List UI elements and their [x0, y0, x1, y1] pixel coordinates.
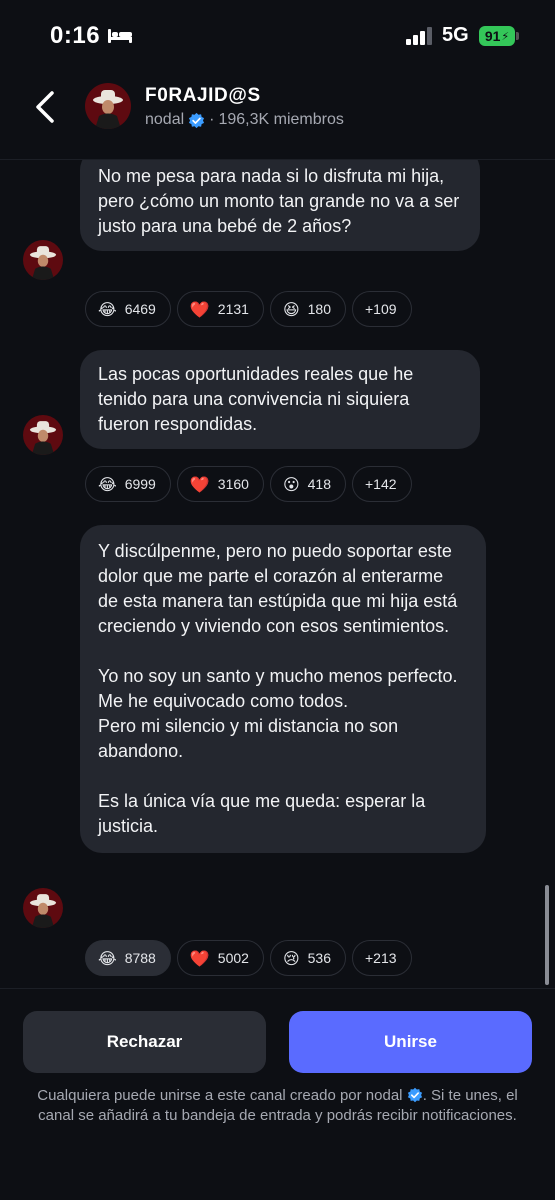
join-notice-period: . — [422, 1087, 427, 1104]
chevron-left-icon — [36, 91, 54, 123]
message-bubble[interactable]: No me pesa para nada si lo disfruta mi h… — [80, 160, 480, 251]
reaction-more-chip[interactable]: +109 — [351, 291, 412, 327]
laughing-emoji-icon: 😂 — [98, 948, 117, 968]
battery-icon: 91 ⚡ — [479, 26, 515, 46]
reaction-count: 2131 — [217, 301, 249, 317]
reaction-count: 6469 — [124, 301, 156, 317]
laughing-emoji-icon: 😂 — [98, 299, 117, 319]
reaction-row: 😂 8788 ❤️ 5002 😢 536 +213 — [85, 940, 412, 976]
reaction-chip-selected[interactable]: 😂 8788 — [85, 940, 171, 976]
join-footer: Rechazar Unirse Cualquiera puede unirse … — [0, 988, 555, 1200]
reaction-count: 418 — [307, 476, 331, 492]
channel-header: F0RAJID@S nodal · 196,3K miembros — [0, 75, 555, 160]
separator-dot: · — [209, 111, 215, 128]
message-text: No me pesa para nada si lo disfruta mi h… — [98, 166, 460, 236]
reaction-row: 😂 6999 ❤️ 3160 😮 418 +142 — [85, 466, 412, 502]
battery-level: 91 — [484, 28, 501, 44]
reaction-chip[interactable]: 😂 6999 — [85, 466, 171, 502]
laughing-emoji-icon: 😂 — [98, 474, 117, 494]
message-text: Es la única vía que me queda: esperar la… — [98, 791, 426, 836]
reaction-row: 😂 6469 ❤️ 2131 😆 180 +109 — [85, 291, 412, 327]
cowboy-portrait-icon — [23, 888, 63, 928]
member-count: 196,3K miembros — [218, 111, 344, 128]
reaction-chip[interactable]: 😢 536 — [269, 940, 346, 976]
join-notice-text: Cualquiera puede unirse a este canal cre… — [37, 1087, 403, 1104]
sender-avatar[interactable] — [23, 415, 63, 455]
channel-avatar[interactable] — [85, 83, 131, 129]
message-text: Las pocas oportunidades reales que he te… — [98, 364, 414, 434]
reaction-count: 536 — [307, 950, 331, 966]
message-text: Yo no soy un santo y mucho menos perfect… — [98, 666, 458, 686]
message-text: Y discúlpenme, pero no puedo soportar es… — [98, 541, 458, 636]
heart-emoji-icon: ❤️ — [189, 948, 210, 968]
heart-emoji-icon: ❤️ — [189, 474, 210, 494]
channel-owner: nodal — [145, 111, 185, 128]
status-bar: 0:16 5G 91 ⚡ — [0, 0, 555, 75]
reaction-chip[interactable]: ❤️ 2131 — [176, 291, 264, 327]
reaction-more-chip[interactable]: +213 — [351, 940, 412, 976]
reaction-chip[interactable]: 😆 180 — [269, 291, 346, 327]
status-time: 0:16 — [50, 22, 101, 49]
bed-icon — [108, 29, 132, 43]
verified-badge-icon — [189, 112, 205, 128]
channel-name: F0RAJID@S — [145, 85, 261, 106]
reaction-chip[interactable]: ❤️ 3160 — [176, 466, 264, 502]
crying-emoji-icon: 😢 — [282, 948, 300, 968]
grinning-squint-emoji-icon: 😆 — [282, 299, 300, 319]
sender-avatar[interactable] — [23, 240, 63, 280]
reaction-chip[interactable]: ❤️ 5002 — [176, 940, 264, 976]
heart-emoji-icon: ❤️ — [189, 299, 210, 319]
join-button[interactable]: Unirse — [289, 1011, 532, 1073]
reaction-more-chip[interactable]: +142 — [351, 466, 412, 502]
back-button[interactable] — [28, 87, 62, 127]
reaction-count: 5002 — [217, 950, 249, 966]
reaction-count: 3160 — [217, 476, 249, 492]
message-text: Me he equivocado como todos. — [98, 691, 349, 711]
channel-subtitle: nodal · 196,3K miembros — [145, 111, 344, 129]
message-list[interactable]: No me pesa para nada si lo disfruta mi h… — [0, 160, 555, 988]
reaction-count: 6999 — [124, 476, 156, 492]
network-type: 5G — [442, 24, 469, 46]
join-notice: Cualquiera puede unirse a este canal cre… — [20, 1086, 535, 1126]
reaction-more-count: +213 — [364, 950, 397, 966]
reaction-more-count: +142 — [364, 476, 397, 492]
reaction-more-count: +109 — [364, 301, 397, 317]
message-text: Pero mi silencio y mi distancia no son a… — [98, 716, 399, 761]
cowboy-portrait-icon — [85, 83, 131, 129]
reaction-count: 8788 — [124, 950, 156, 966]
signal-icon — [406, 27, 432, 45]
reaction-chip[interactable]: 😂 6469 — [85, 291, 171, 327]
sender-avatar[interactable] — [23, 888, 63, 928]
cowboy-portrait-icon — [23, 415, 63, 455]
reaction-chip[interactable]: 😮 418 — [269, 466, 346, 502]
verified-badge-icon — [407, 1087, 422, 1103]
reject-button[interactable]: Rechazar — [23, 1011, 266, 1073]
reaction-count: 180 — [307, 301, 331, 317]
scrollbar[interactable] — [545, 885, 549, 985]
message-bubble[interactable]: Las pocas oportunidades reales que he te… — [80, 350, 480, 449]
battery-tip — [516, 32, 519, 40]
surprised-emoji-icon: 😮 — [282, 474, 300, 494]
cowboy-portrait-icon — [23, 240, 63, 280]
message-bubble[interactable]: Y discúlpenme, pero no puedo soportar es… — [80, 525, 486, 853]
